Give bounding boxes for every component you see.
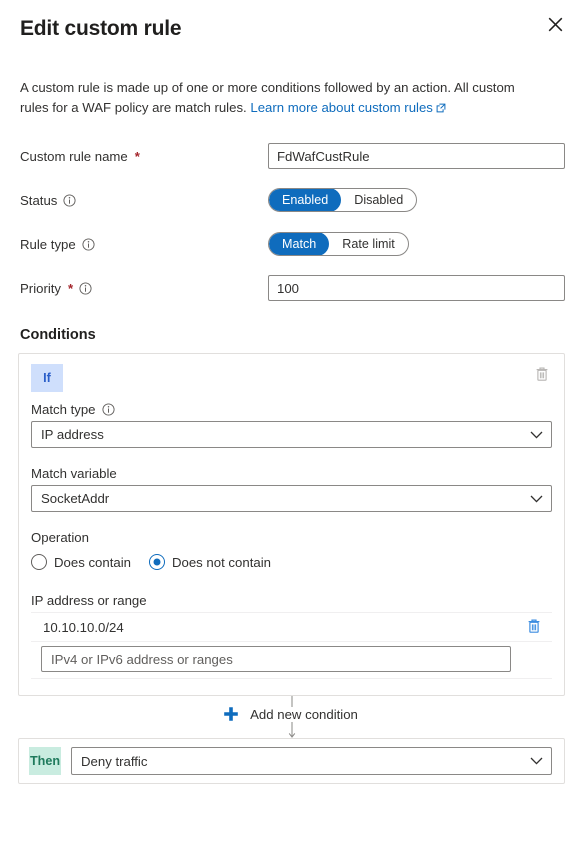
external-link-icon bbox=[436, 99, 446, 119]
operation-label: Operation bbox=[31, 530, 552, 545]
info-icon[interactable] bbox=[82, 237, 95, 251]
rule-type-label-text: Rule type bbox=[20, 236, 76, 252]
field-row-status: Status Enabled Disabled bbox=[20, 181, 565, 219]
operation-radio-group: Does contain Does not contain bbox=[31, 549, 552, 575]
radio-does-contain[interactable]: Does contain bbox=[31, 554, 131, 570]
ip-entry-value: 10.10.10.0/24 bbox=[43, 619, 124, 635]
intro-text: A custom rule is made up of one or more … bbox=[0, 62, 560, 119]
ip-list-block: IP address or range 10.10.10.0/24 bbox=[31, 593, 552, 679]
ip-list-label: IP address or range bbox=[31, 593, 552, 608]
trash-icon bbox=[535, 366, 549, 385]
if-chip: If bbox=[31, 364, 63, 392]
action-value: Deny traffic bbox=[81, 753, 148, 769]
learn-more-link[interactable]: Learn more about custom rules bbox=[250, 100, 446, 115]
field-row-rule-name: Custom rule name * bbox=[20, 137, 565, 175]
rule-name-input[interactable] bbox=[268, 143, 565, 169]
match-variable-value: SocketAddr bbox=[41, 491, 110, 506]
action-select[interactable]: Deny traffic bbox=[71, 747, 552, 775]
learn-more-label: Learn more about custom rules bbox=[250, 100, 433, 115]
status-option-disabled[interactable]: Disabled bbox=[341, 189, 416, 211]
radio-does-not-contain[interactable]: Does not contain bbox=[148, 554, 271, 570]
close-button[interactable] bbox=[539, 8, 571, 40]
condition-card-header: If bbox=[31, 364, 552, 392]
priority-input[interactable] bbox=[268, 275, 565, 301]
radio-circle bbox=[31, 554, 47, 570]
ip-new-entry-row bbox=[31, 642, 552, 679]
info-icon[interactable] bbox=[63, 193, 76, 207]
priority-label: Priority * bbox=[20, 281, 268, 296]
radio-does-contain-label: Does contain bbox=[54, 554, 131, 570]
priority-label-text: Priority bbox=[20, 280, 62, 296]
add-new-condition-label: Add new condition bbox=[248, 706, 360, 722]
status-toggle[interactable]: Enabled Disabled bbox=[268, 188, 418, 212]
ip-new-entry-input[interactable] bbox=[41, 646, 511, 672]
then-chip: Then bbox=[29, 747, 61, 775]
match-type-label-text: Match type bbox=[31, 402, 96, 417]
match-type-label: Match type bbox=[31, 402, 552, 417]
conditions-section-title: Conditions bbox=[20, 327, 96, 343]
status-option-enabled[interactable]: Enabled bbox=[269, 189, 342, 211]
status-label-text: Status bbox=[20, 192, 58, 208]
match-type-select[interactable]: IP address bbox=[31, 421, 552, 448]
chevron-down-icon bbox=[530, 431, 543, 439]
info-icon[interactable] bbox=[101, 403, 115, 416]
match-type-value: IP address bbox=[41, 427, 104, 442]
trash-icon bbox=[527, 618, 541, 637]
rule-fields: Custom rule name * Status Enabled Disable… bbox=[0, 137, 583, 307]
required-marker: * bbox=[134, 148, 140, 164]
required-marker: * bbox=[68, 280, 74, 296]
condition-card: If Match type IP address Match variable … bbox=[18, 353, 565, 696]
field-row-rule-type: Rule type Match Rate limit bbox=[20, 225, 565, 263]
rule-type-option-rate-limit[interactable]: Rate limit bbox=[329, 233, 407, 255]
dialog-header: Edit custom rule bbox=[0, 0, 583, 62]
match-variable-label: Match variable bbox=[31, 466, 552, 481]
match-type-block: Match type IP address bbox=[31, 402, 552, 448]
field-row-priority: Priority * bbox=[20, 269, 565, 307]
match-variable-block: Match variable SocketAddr bbox=[31, 466, 552, 512]
add-new-condition-button[interactable]: Add new condition bbox=[0, 706, 583, 722]
radio-circle-selected bbox=[148, 554, 165, 570]
rule-name-label: Custom rule name * bbox=[20, 149, 268, 164]
page-title: Edit custom rule bbox=[20, 17, 182, 40]
info-icon[interactable] bbox=[79, 281, 92, 295]
status-label: Status bbox=[20, 193, 268, 208]
delete-ip-entry-button[interactable] bbox=[524, 616, 544, 638]
ip-entries: 10.10.10.0/24 bbox=[31, 612, 552, 679]
chevron-down-icon bbox=[530, 757, 543, 765]
delete-condition-button[interactable] bbox=[532, 364, 552, 386]
chevron-down-icon bbox=[530, 495, 543, 503]
add-condition-connector: Add new condition bbox=[0, 696, 583, 738]
condition-list: If Match type IP address Match variable … bbox=[18, 353, 565, 696]
ip-entry-row: 10.10.10.0/24 bbox=[31, 612, 552, 642]
rule-type-toggle[interactable]: Match Rate limit bbox=[268, 232, 409, 256]
ip-list-label-text: IP address or range bbox=[31, 593, 147, 608]
radio-does-not-contain-label: Does not contain bbox=[171, 554, 271, 570]
match-variable-select[interactable]: SocketAddr bbox=[31, 485, 552, 512]
action-card: Then Deny traffic bbox=[18, 738, 565, 784]
operation-label-text: Operation bbox=[31, 530, 89, 545]
rule-type-label: Rule type bbox=[20, 237, 268, 252]
operation-block: Operation Does contain Does not contain bbox=[31, 530, 552, 575]
rule-name-label-text: Custom rule name bbox=[20, 148, 128, 164]
match-variable-label-text: Match variable bbox=[31, 466, 117, 481]
close-icon bbox=[548, 17, 563, 32]
plus-icon bbox=[223, 706, 239, 722]
rule-type-option-match[interactable]: Match bbox=[269, 233, 330, 255]
